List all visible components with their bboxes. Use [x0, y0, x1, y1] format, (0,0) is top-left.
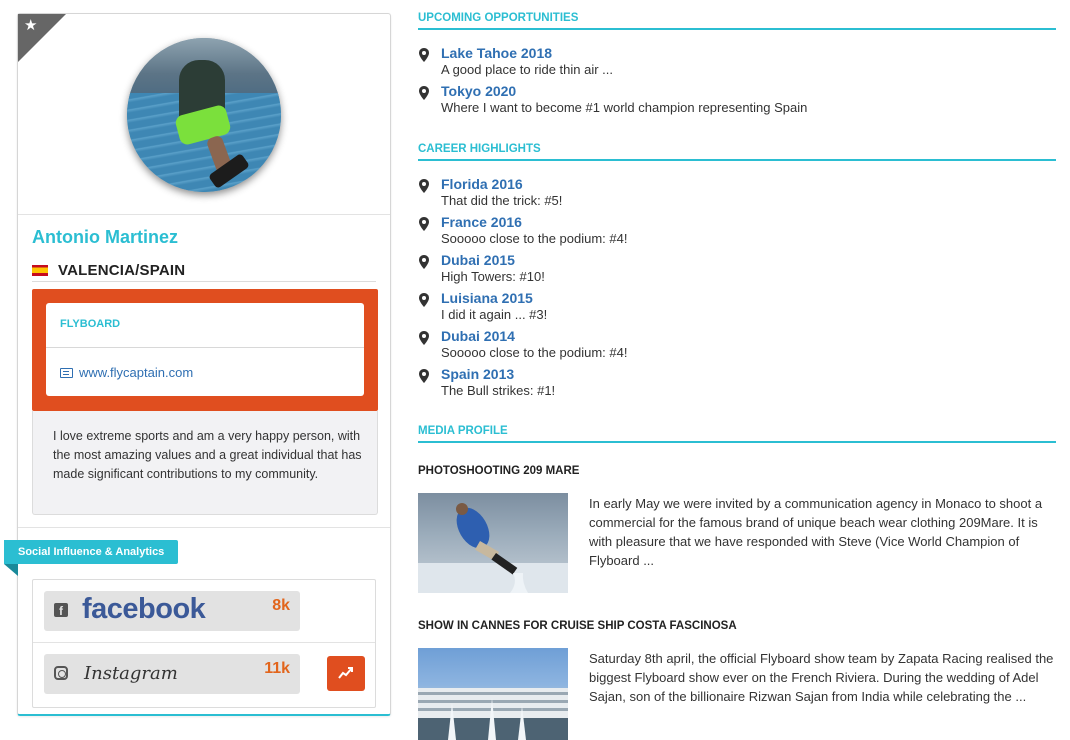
career-entry-desc: High Towers: #10! [441, 269, 545, 284]
media-item-text: Saturday 8th april, the official Flyboar… [589, 651, 1054, 704]
career-entry-desc: Sooooo close to the podium: #4! [441, 231, 628, 246]
cruise-ship-photo [418, 688, 568, 740]
website-link[interactable]: www.flycaptain.com [60, 365, 193, 380]
career-section-title: CAREER HIGHLIGHTS [418, 143, 1056, 161]
profile-card: ★ Antonio Martinez VALENCIA/SPAIN FLYBOA… [4, 13, 391, 716]
map-marker-icon [419, 331, 429, 345]
media-thumbnail[interactable] [418, 648, 568, 740]
sport-info: FLYBOARD www.flycaptain.com [46, 303, 364, 396]
facebook-stat[interactable]: f facebook 8k [44, 591, 300, 631]
divider [46, 347, 364, 348]
upcoming-entry-desc: A good place to ride thin air ... [441, 62, 613, 77]
sport-panel: FLYBOARD www.flycaptain.com [32, 289, 378, 411]
profile-name: Antonio Martinez [32, 227, 178, 247]
divider [18, 527, 390, 528]
media-item-title[interactable]: PHOTOSHOOTING 209 MARE [418, 465, 579, 477]
facebook-label: facebook [82, 593, 206, 625]
upcoming-entry-link[interactable]: Lake Tahoe 2018 [441, 45, 552, 61]
career-entry-desc: The Bull strikes: #1! [441, 383, 556, 398]
social-box: f facebook 8k Instagram 11k [32, 579, 376, 708]
spain-flag-icon [32, 265, 48, 276]
divider [33, 642, 375, 643]
media-thumbnail[interactable] [418, 493, 568, 593]
facebook-count: 8k [272, 597, 290, 614]
career-entry-link[interactable]: Luisiana 2015 [441, 290, 533, 306]
facebook-icon: f [54, 603, 68, 618]
sport-label: FLYBOARD [60, 318, 121, 330]
chart-line-icon [338, 667, 353, 679]
career-entry-link[interactable]: Dubai 2015 [441, 252, 515, 268]
location: VALENCIA/SPAIN [32, 260, 376, 282]
upcoming-entry-desc: Where I want to become #1 world champion… [441, 100, 808, 115]
browser-icon [60, 367, 73, 378]
avatar [127, 38, 281, 192]
media-item-title[interactable]: SHOW IN CANNES FOR CRUISE SHIP COSTA FAS… [418, 620, 737, 632]
star-icon: ★ [24, 17, 38, 34]
career-entry-link[interactable]: Spain 2013 [441, 366, 514, 382]
career-entry-link[interactable]: Florida 2016 [441, 176, 523, 192]
instagram-icon [54, 666, 68, 680]
instagram-stat[interactable]: Instagram 11k [44, 654, 300, 694]
career-entry-desc: I did it again ... #3! [441, 307, 548, 322]
flyboard-photo [418, 503, 568, 593]
map-marker-icon [419, 179, 429, 193]
location-text: VALENCIA/SPAIN [58, 262, 186, 279]
bio-box: I love extreme sports and am a very happ… [32, 411, 378, 515]
social-ribbon: Social Influence & Analytics [4, 540, 179, 564]
map-marker-icon [419, 217, 429, 231]
upcoming-section-title: UPCOMING OPPORTUNITIES [418, 12, 1056, 30]
career-entry-link[interactable]: Dubai 2014 [441, 328, 515, 344]
ribbon-fold [4, 564, 18, 576]
instagram-label: Instagram [84, 663, 178, 684]
instagram-count: 11k [264, 660, 290, 677]
website-text: www.flycaptain.com [79, 365, 194, 380]
media-item-text: In early May we were invited by a commun… [589, 496, 1043, 568]
bio-text: I love extreme sports and am a very happ… [53, 429, 362, 481]
map-marker-icon [419, 293, 429, 307]
map-marker-icon [419, 48, 429, 62]
map-marker-icon [419, 255, 429, 269]
divider [18, 214, 390, 215]
upcoming-entry-link[interactable]: Tokyo 2020 [441, 83, 516, 99]
map-marker-icon [419, 86, 429, 100]
career-entry-link[interactable]: France 2016 [441, 214, 522, 230]
career-entry-desc: That did the trick: #5! [441, 193, 563, 208]
career-entry-desc: Sooooo close to the podium: #4! [441, 345, 628, 360]
map-marker-icon [419, 369, 429, 383]
analytics-button[interactable] [327, 656, 365, 691]
media-section-title: MEDIA PROFILE [418, 425, 1056, 443]
